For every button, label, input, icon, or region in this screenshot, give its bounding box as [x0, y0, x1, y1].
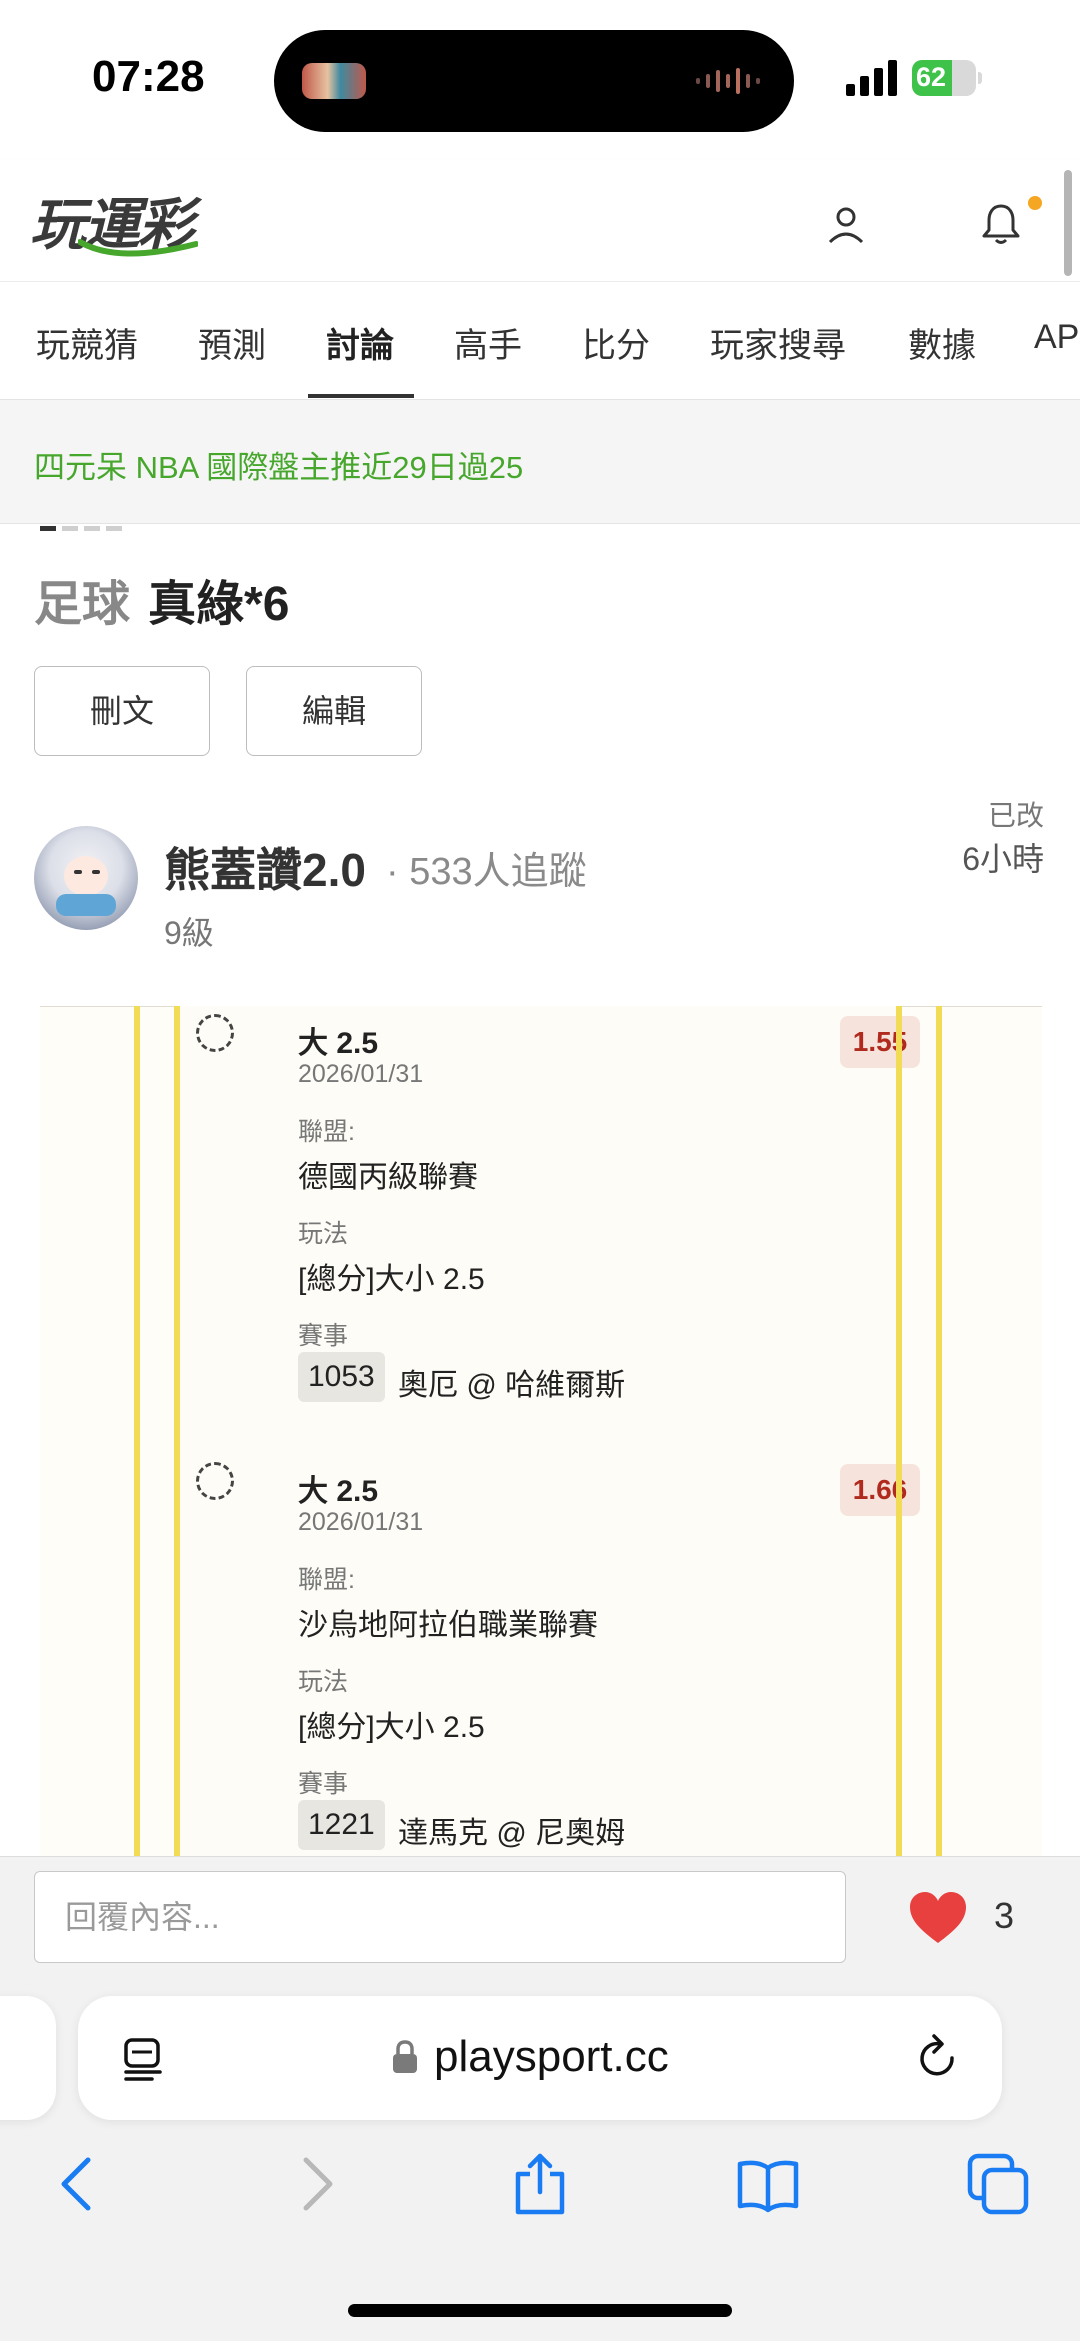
game-number: 1053 — [298, 1352, 385, 1402]
user-icon[interactable] — [826, 204, 866, 244]
tab-app[interactable]: AP — [1034, 318, 1079, 357]
pick-name: 大 2.5 — [298, 1475, 379, 1508]
forward-icon[interactable] — [282, 2152, 346, 2216]
game-label: 賽事 — [298, 1770, 349, 1798]
cellular-signal-icon — [846, 60, 897, 96]
market-value: [總分]大小 2.5 — [298, 1263, 485, 1296]
tab-scores[interactable]: 比分 — [582, 318, 650, 367]
pick-card: 大 2.5 1.66 2026/01/31 聯盟: 沙烏地阿拉伯職業聯賽 玩法 … — [180, 1454, 920, 1856]
game-number: 1221 — [298, 1800, 385, 1850]
tab-data[interactable]: 數據 — [908, 318, 976, 367]
league-label: 聯盟: — [298, 1118, 355, 1146]
site-header: 玩運彩 — [0, 160, 1080, 282]
reply-input[interactable]: 回覆內容... — [34, 1871, 846, 1963]
tab-guess[interactable]: 玩競猜 — [36, 318, 138, 367]
address-bar[interactable]: playsport.cc — [78, 1996, 1002, 2120]
post-title-text: 真綠*6 — [148, 578, 290, 631]
game-matchup: 奧厄 @ 哈維爾斯 — [398, 1369, 626, 1402]
reader-icon[interactable] — [122, 2036, 168, 2082]
bookmarks-icon[interactable] — [736, 2152, 800, 2216]
home-indicator[interactable] — [348, 2304, 732, 2317]
previous-tab-peek[interactable] — [0, 1996, 56, 2120]
odds-badge: 1.66 — [840, 1464, 920, 1516]
pick-card: 大 2.5 1.55 2026/01/31 聯盟: 德國丙級聯賽 玩法 [總分]… — [180, 1006, 920, 1446]
post-title: 足球 真綠*6 — [34, 564, 289, 634]
audio-wave-icon — [696, 68, 760, 94]
like-count: 3 — [994, 1895, 1015, 1936]
notification-dot — [1028, 196, 1042, 210]
status-time: 07:28 — [92, 52, 205, 101]
battery-indicator: 62 — [912, 60, 982, 96]
dashed-circle-icon — [196, 1462, 234, 1500]
category-tabs: 玩競猜 預測 討論 高手 比分 玩家搜尋 數據 AP — [0, 282, 1080, 400]
url-text[interactable]: playsport.cc — [434, 2032, 669, 2082]
ticker-text[interactable]: 四元呆 NBA 國際盤主推近29日過25 — [34, 442, 523, 487]
tabs-icon[interactable] — [966, 2152, 1030, 2216]
battery-percent: 62 — [916, 62, 947, 92]
status-bar: 07:28 62 — [0, 0, 1080, 160]
league-label: 聯盟: — [298, 1566, 355, 1594]
dashed-circle-icon — [196, 1014, 234, 1052]
back-icon[interactable] — [48, 2152, 112, 2216]
avatar[interactable] — [34, 826, 138, 930]
delete-post-button[interactable]: 刪文 — [34, 666, 210, 756]
dynamic-island[interactable] — [274, 30, 794, 132]
tab-discussion[interactable]: 討論 — [326, 318, 394, 367]
tab-player-search[interactable]: 玩家搜尋 — [710, 318, 846, 367]
market-value: [總分]大小 2.5 — [298, 1711, 485, 1744]
edited-label: 已改 — [987, 800, 1044, 831]
logo-swoosh — [78, 239, 198, 257]
author-level: 9級 — [164, 915, 214, 951]
game-matchup: 達馬克 @ 尼奧姆 — [398, 1817, 626, 1850]
share-icon[interactable] — [508, 2152, 572, 2216]
follower-count: · 533人追蹤 — [386, 851, 587, 893]
lock-icon — [393, 2040, 417, 2073]
scrollbar-thumb[interactable] — [1064, 170, 1072, 276]
reply-bar: 回覆內容... 3 — [0, 1856, 1080, 1976]
now-playing-thumbnail — [302, 63, 366, 99]
author-name[interactable]: 熊蓋讚2.0 — [164, 834, 366, 900]
reload-icon[interactable] — [916, 2034, 962, 2084]
heart-icon[interactable] — [908, 1891, 968, 1945]
post-time: 6小時 — [962, 841, 1044, 877]
browser-toolbar: playsport.cc — [0, 1976, 1080, 2341]
active-tab-indicator — [308, 394, 414, 398]
league-value: 沙烏地阿拉伯職業聯賽 — [298, 1609, 598, 1642]
pick-date: 2026/01/31 — [298, 1508, 424, 1536]
bet-slip-image[interactable]: 大 2.5 1.55 2026/01/31 聯盟: 德國丙級聯賽 玩法 [總分]… — [40, 1006, 1042, 1856]
pick-date: 2026/01/31 — [298, 1060, 424, 1088]
edit-post-button[interactable]: 編輯 — [246, 666, 422, 756]
announcement-ticker[interactable]: 四元呆 NBA 國際盤主推近29日過25 — [0, 400, 1080, 531]
ticker-pagination — [40, 518, 128, 536]
tab-predict[interactable]: 預測 — [198, 318, 266, 367]
bell-icon[interactable] — [980, 202, 1022, 246]
market-label: 玩法 — [298, 1220, 349, 1248]
tab-experts[interactable]: 高手 — [454, 318, 522, 367]
game-label: 賽事 — [298, 1322, 349, 1350]
league-value: 德國丙級聯賽 — [298, 1161, 478, 1194]
pick-name: 大 2.5 — [298, 1027, 379, 1060]
post-category: 足球 — [34, 578, 131, 631]
odds-badge: 1.55 — [840, 1016, 920, 1068]
market-label: 玩法 — [298, 1668, 349, 1696]
